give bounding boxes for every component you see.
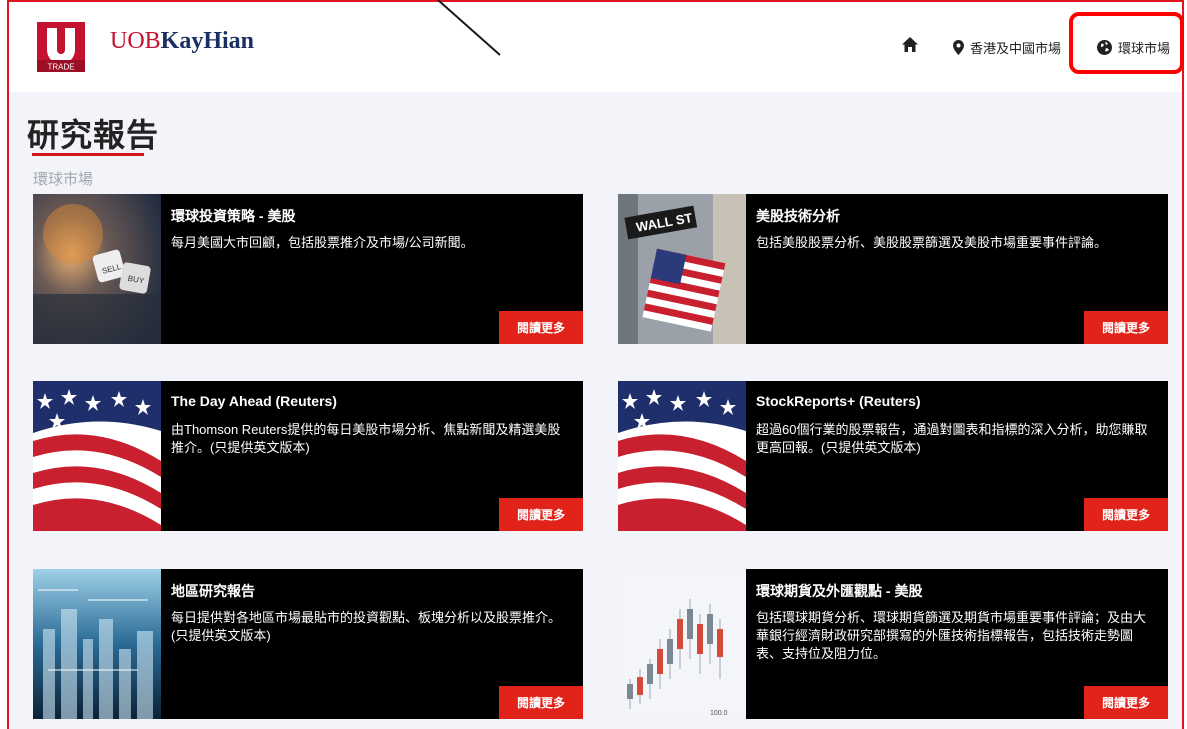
card-description: 超過60個行業的股票報告，通過對圖表和指標的深入分析，助您賺取更高回報。(只提供… [756,422,1148,455]
globe-icon [1097,40,1112,55]
card-title[interactable]: 環球期貨及外匯觀點 - 美股 [756,581,922,601]
uob-trade-logo[interactable]: TRADE [37,22,85,72]
home-nav-link[interactable] [901,36,925,53]
dice-sell-buy-image: SELL BUY [33,194,161,344]
report-card-regional-research[interactable]: 地區研究報告 每日提供對各地區市場最貼市的投資觀點、板塊分析以及股票推介。(只提… [33,569,583,719]
read-more-button[interactable]: 閱讀更多 [499,311,583,344]
report-card-global-strategy[interactable]: SELL BUY 環球投資策略 - 美股 每月美國大市回顧，包括股票推介及市場/… [33,194,583,344]
report-card-us-technical[interactable]: WALL ST 美股技術分析 包括美股股票分析、美股股票篩選及美股市場重要事件評… [618,194,1168,344]
card-description: 由Thomson Reuters提供的每日美股市場分析、焦點新聞及精選美股推介。… [171,422,561,455]
candlestick-chart-image: 100.0 [618,569,746,719]
brand-name[interactable]: UOBKayHian [110,28,254,55]
logo-text: TRADE [47,63,74,72]
digital-city-image [33,569,161,719]
card-description: 包括美股股票分析、美股股票篩選及美股市場重要事件評論。 [756,235,1108,250]
report-card-day-ahead[interactable]: The Day Ahead (Reuters) 由Thomson Reuters… [33,381,583,531]
report-card-futures-fx[interactable]: 100.0 環球期貨及外匯觀點 - 美股 包括環球期貨分析、環球期貨篩選及期貨市… [618,569,1168,719]
read-more-button[interactable]: 閱讀更多 [1084,498,1168,531]
location-pin-icon [953,40,964,55]
page-title: 研究報告 [27,116,160,154]
wall-street-flag-image: WALL ST [618,194,746,344]
title-underline [32,153,144,156]
report-card-stockreports[interactable]: StockReports+ (Reuters) 超過60個行業的股票報告，通過對… [618,381,1168,531]
card-title[interactable]: StockReports+ (Reuters) [756,393,921,409]
read-more-button[interactable]: 閱讀更多 [1084,311,1168,344]
card-title[interactable]: 美股技術分析 [756,206,840,226]
card-title[interactable]: 環球投資策略 - 美股 [171,206,295,226]
brand-prefix: UOB [110,28,161,54]
read-more-button[interactable]: 閱讀更多 [499,498,583,531]
card-description: 每月美國大市回顧，包括股票推介及市場/公司新聞。 [171,235,474,250]
read-more-button[interactable]: 閱讀更多 [1084,686,1168,719]
read-more-button[interactable]: 閱讀更多 [499,686,583,719]
card-description: 每日提供對各地區市場最貼市的投資觀點、板塊分析以及股票推介。(只提供英文版本) [171,610,562,643]
card-description: 包括環球期貨分析、環球期貨篩選及期貨市場重要事件評論；及由大華銀行經濟財政研究部… [756,610,1147,661]
us-flag-image [33,381,161,531]
section-label: 環球市場 [33,171,94,188]
hk-china-market-label: 香港及中國市場 [970,41,1062,56]
global-market-label: 環球市場 [1118,41,1171,56]
home-icon [902,37,918,52]
card-title[interactable]: The Day Ahead (Reuters) [171,393,337,409]
brand-suffix: KayHian [160,28,255,54]
card-title[interactable]: 地區研究報告 [171,581,255,601]
hk-china-market-link[interactable]: 香港及中國市場 [953,38,1061,57]
global-market-link[interactable]: 環球市場 [1097,38,1170,57]
top-header: TRADE UOBKayHian 香港及中國市場 環球市場 [9,2,1182,92]
us-flag-image [618,381,746,531]
chart-price-label: 100.0 [710,710,728,717]
